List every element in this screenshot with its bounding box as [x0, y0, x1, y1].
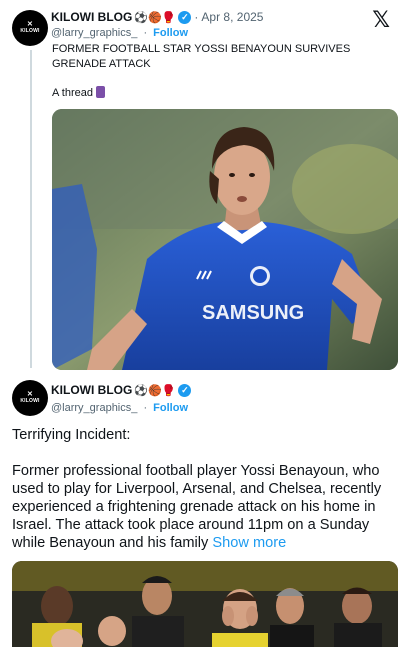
author-name[interactable]: KILOWI BLOG [51, 383, 132, 397]
handle-row: @larry_graphics_ · Follow [51, 402, 188, 414]
shirt-sponsor-text: SAMSUNG [202, 302, 304, 324]
tweet-body-text: Former professional football player Yoss… [12, 463, 382, 551]
thread-spool-icon [95, 86, 105, 98]
avatar[interactable]: ✕ KILOWI [12, 380, 48, 416]
author-name[interactable]: KILOWI BLOG [51, 10, 132, 24]
separator-dot: · [194, 10, 199, 24]
author-emojis: ⚽🏀🥊 [134, 384, 176, 397]
tweet-heading: Terrifying Incident: [12, 427, 131, 443]
separator-dot: · [143, 27, 148, 39]
show-more-link[interactable]: Show more [212, 535, 286, 551]
crowd-photo-illustration [12, 561, 398, 647]
tweet-body: Terrifying Incident: Former professional… [12, 426, 400, 552]
player-photo-illustration: SAMSUNG [52, 109, 398, 370]
thread-label-text: A thread [52, 87, 93, 99]
verified-badge-icon: ✓ [178, 383, 192, 397]
tweet-photo-crowd[interactable] [12, 561, 398, 647]
tweet-text: FORMER FOOTBALL STAR YOSSI BENAYOUN SURV… [52, 43, 351, 70]
tweet-paragraph: Former professional football player Yoss… [12, 462, 400, 552]
avatar-label: KILOWI [20, 28, 40, 34]
separator-dot: · [143, 402, 148, 414]
avatar[interactable]: ✕ KILOWI [12, 10, 48, 46]
verified-badge-icon: ✓ [178, 10, 192, 24]
author-handle[interactable]: @larry_graphics_ [51, 27, 137, 39]
x-logo-icon[interactable]: 𝕏 [372, 8, 390, 33]
tweet-header: KILOWI BLOG ⚽🏀🥊 ✓ [51, 383, 192, 397]
handle-row: @larry_graphics_ · Follow [51, 27, 188, 39]
tweet-header: KILOWI BLOG ⚽🏀🥊 ✓ · Apr 8, 2025 [51, 10, 263, 24]
tweet-photo-player[interactable]: SAMSUNG [52, 109, 398, 370]
thread-connector-line [30, 50, 32, 368]
tweet-date[interactable]: Apr 8, 2025 [201, 10, 263, 24]
follow-button[interactable]: Follow [153, 402, 188, 414]
author-handle[interactable]: @larry_graphics_ [51, 402, 137, 414]
avatar-label: KILOWI [20, 398, 40, 404]
thread-label: A thread [52, 86, 105, 99]
follow-button[interactable]: Follow [153, 27, 188, 39]
author-emojis: ⚽🏀🥊 [134, 11, 176, 24]
